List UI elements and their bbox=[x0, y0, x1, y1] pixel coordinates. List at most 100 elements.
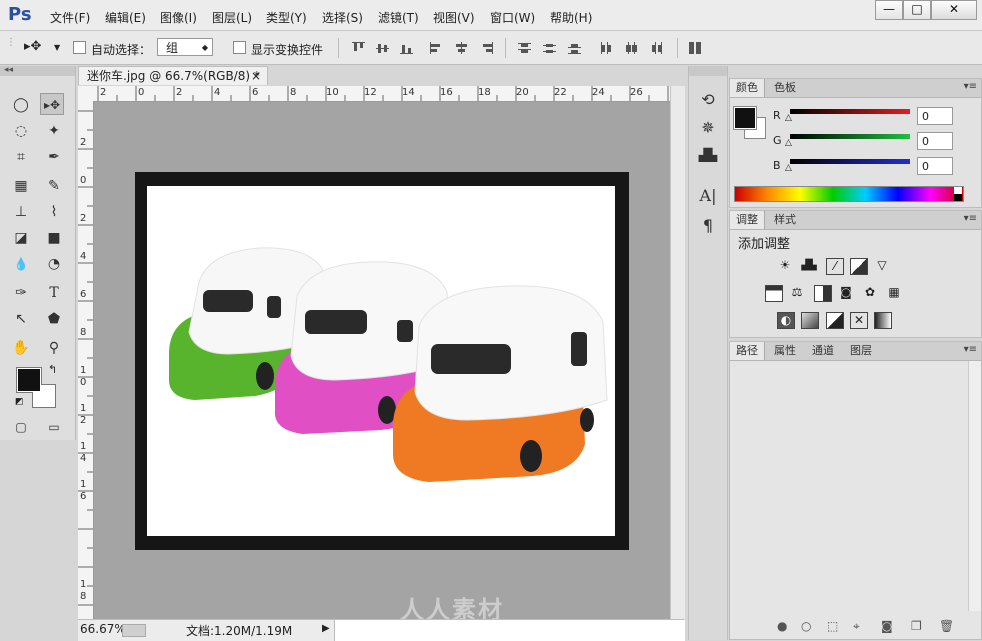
status-preview-icon[interactable] bbox=[122, 624, 146, 637]
menu-help[interactable]: 帮助(H) bbox=[550, 9, 592, 26]
chevron-down-icon[interactable]: ▼ bbox=[54, 43, 60, 52]
align-top-icon[interactable] bbox=[352, 42, 365, 54]
menu-edit[interactable]: 编辑(E) bbox=[105, 9, 146, 26]
brightness-icon[interactable]: ☀ bbox=[777, 258, 793, 273]
selective-color-icon[interactable]: ✕ bbox=[850, 312, 868, 329]
custom-shape-tool-icon[interactable]: ⬟ bbox=[42, 308, 66, 330]
clone-stamp-tool-icon[interactable]: ⊥ bbox=[9, 201, 33, 223]
vibrance-icon[interactable]: ▽ bbox=[874, 258, 890, 273]
curves-icon[interactable]: ⁄ bbox=[826, 258, 844, 275]
canvas-area[interactable]: 人人素材 bbox=[94, 102, 670, 624]
exposure-icon[interactable] bbox=[850, 258, 868, 275]
align-vcenter-icon[interactable] bbox=[376, 42, 389, 54]
load-selection-icon[interactable]: ⬚ bbox=[827, 619, 838, 633]
delete-icon[interactable]: 🗑 bbox=[939, 619, 954, 633]
color-balance-icon[interactable]: ⚖ bbox=[789, 285, 805, 300]
close-tab-icon[interactable]: × bbox=[251, 67, 261, 86]
distribute-right-icon[interactable] bbox=[650, 42, 663, 54]
histogram-icon[interactable]: ▟▙ bbox=[698, 148, 718, 162]
panel-menu-icon[interactable]: ▾≡ bbox=[964, 213, 977, 224]
distribute-vcenter-icon[interactable] bbox=[543, 42, 556, 54]
crop-tool-icon[interactable]: ⌗ bbox=[9, 146, 33, 168]
posterize-icon[interactable] bbox=[801, 312, 819, 329]
auto-select-dropdown[interactable]: 组 ◆ bbox=[157, 38, 213, 56]
foreground-swatch[interactable] bbox=[733, 106, 757, 130]
slider-thumb-b[interactable]: △ bbox=[785, 163, 792, 173]
slider-b[interactable] bbox=[790, 159, 910, 164]
brush-tool-icon[interactable]: ✎ bbox=[42, 175, 66, 197]
tab-layers[interactable]: 图层 bbox=[844, 342, 878, 360]
align-right-icon[interactable] bbox=[480, 42, 493, 54]
slider-thumb-g[interactable]: △ bbox=[785, 138, 792, 148]
gradient-tool-icon[interactable]: ■ bbox=[42, 227, 66, 249]
collapse-icon[interactable]: ◂◂ bbox=[4, 65, 13, 75]
color-lookup-icon[interactable]: ▦ bbox=[886, 285, 902, 300]
menu-layer[interactable]: 图层(L) bbox=[212, 9, 252, 26]
panel-menu-icon[interactable]: ▾≡ bbox=[964, 344, 977, 355]
align-left-icon[interactable] bbox=[430, 42, 443, 54]
stroke-path-icon[interactable]: ○ bbox=[801, 619, 811, 633]
close-button[interactable]: ✕ bbox=[931, 0, 977, 20]
show-transform-checkbox[interactable] bbox=[233, 41, 246, 54]
hue-sat-icon[interactable] bbox=[765, 285, 783, 302]
move-tool-icon[interactable]: ▸✥ bbox=[40, 93, 64, 115]
auto-select-checkbox[interactable] bbox=[73, 41, 86, 54]
pen-tool-icon[interactable]: ✑ bbox=[9, 282, 33, 304]
value-g[interactable]: 0 bbox=[917, 132, 953, 150]
threshold-icon[interactable] bbox=[826, 312, 844, 329]
value-b[interactable]: 0 bbox=[917, 157, 953, 175]
panel-scrollbar[interactable] bbox=[968, 361, 981, 611]
tab-paths[interactable]: 路径 bbox=[730, 342, 765, 360]
tab-properties[interactable]: 属性 bbox=[768, 342, 802, 360]
add-mask-icon[interactable]: ◙ bbox=[881, 619, 893, 633]
distribute-top-icon[interactable] bbox=[518, 42, 531, 54]
levels-icon[interactable]: ▟▙ bbox=[801, 258, 817, 273]
blur-tool-icon[interactable]: 💧 bbox=[9, 253, 33, 275]
menu-image[interactable]: 图像(I) bbox=[160, 9, 197, 26]
photo-filter-icon[interactable]: ◙ bbox=[838, 285, 854, 300]
document-tab[interactable]: 迷你车.jpg @ 66.7%(RGB/8) * × bbox=[78, 66, 268, 85]
history-icon[interactable]: ⟲ bbox=[698, 90, 718, 109]
black-swatch[interactable] bbox=[954, 194, 962, 201]
zoom-tool-icon[interactable]: ⚲ bbox=[42, 337, 66, 359]
white-swatch[interactable] bbox=[954, 187, 962, 194]
history-brush-tool-icon[interactable]: ⌇ bbox=[42, 201, 66, 223]
slider-g[interactable] bbox=[790, 134, 910, 139]
default-colors-icon[interactable]: ◩ bbox=[15, 397, 24, 407]
tab-color[interactable]: 颜色 bbox=[730, 79, 765, 97]
tab-adjustments[interactable]: 调整 bbox=[730, 211, 765, 229]
eyedropper-tool-icon[interactable]: ✒ bbox=[42, 146, 66, 168]
black-white-icon[interactable] bbox=[814, 285, 832, 302]
slider-thumb-r[interactable]: △ bbox=[785, 113, 792, 123]
color-spectrum-ramp[interactable] bbox=[734, 186, 964, 202]
distribute-left-icon[interactable] bbox=[600, 42, 613, 54]
tab-channels[interactable]: 通道 bbox=[806, 342, 840, 360]
vertical-scrollbar[interactable] bbox=[670, 86, 685, 619]
navigator-icon[interactable]: ✵ bbox=[698, 118, 718, 137]
horizontal-scrollbar[interactable] bbox=[334, 620, 685, 641]
menu-filter[interactable]: 滤镜(T) bbox=[378, 9, 419, 26]
eraser-tool-icon[interactable]: ◪ bbox=[9, 227, 33, 249]
dodge-tool-icon[interactable]: ◔ bbox=[42, 253, 66, 275]
zoom-level[interactable]: 66.67% bbox=[80, 622, 126, 636]
magic-wand-tool-icon[interactable]: ✦ bbox=[42, 120, 66, 142]
channel-mixer-icon[interactable]: ✿ bbox=[862, 285, 878, 300]
menu-type[interactable]: 类型(Y) bbox=[266, 9, 307, 26]
minimize-button[interactable]: — bbox=[875, 0, 903, 20]
status-menu-arrow[interactable]: ▶ bbox=[322, 623, 330, 634]
menu-file[interactable]: 文件(F) bbox=[50, 9, 90, 26]
make-work-path-icon[interactable]: ⌖ bbox=[853, 619, 860, 634]
tool-preset-picker[interactable]: ▸✥ bbox=[24, 39, 41, 54]
paragraph-icon[interactable]: ¶ bbox=[698, 216, 718, 235]
path-selection-tool-icon[interactable]: ↖ bbox=[9, 308, 33, 330]
value-r[interactable]: 0 bbox=[917, 107, 953, 125]
tab-swatches[interactable]: 色板 bbox=[768, 79, 802, 97]
fill-path-icon[interactable]: ● bbox=[777, 619, 787, 633]
lasso-tool-icon[interactable]: ◌ bbox=[9, 120, 33, 142]
hand-tool-icon[interactable]: ✋ bbox=[9, 337, 33, 359]
swap-colors-icon[interactable]: ↰ bbox=[48, 363, 57, 376]
distribute-bottom-icon[interactable] bbox=[568, 42, 581, 54]
quick-mask-icon[interactable]: ▢ bbox=[9, 416, 33, 438]
panel-menu-icon[interactable]: ▾≡ bbox=[964, 81, 977, 92]
align-hcenter-icon[interactable] bbox=[455, 42, 468, 54]
